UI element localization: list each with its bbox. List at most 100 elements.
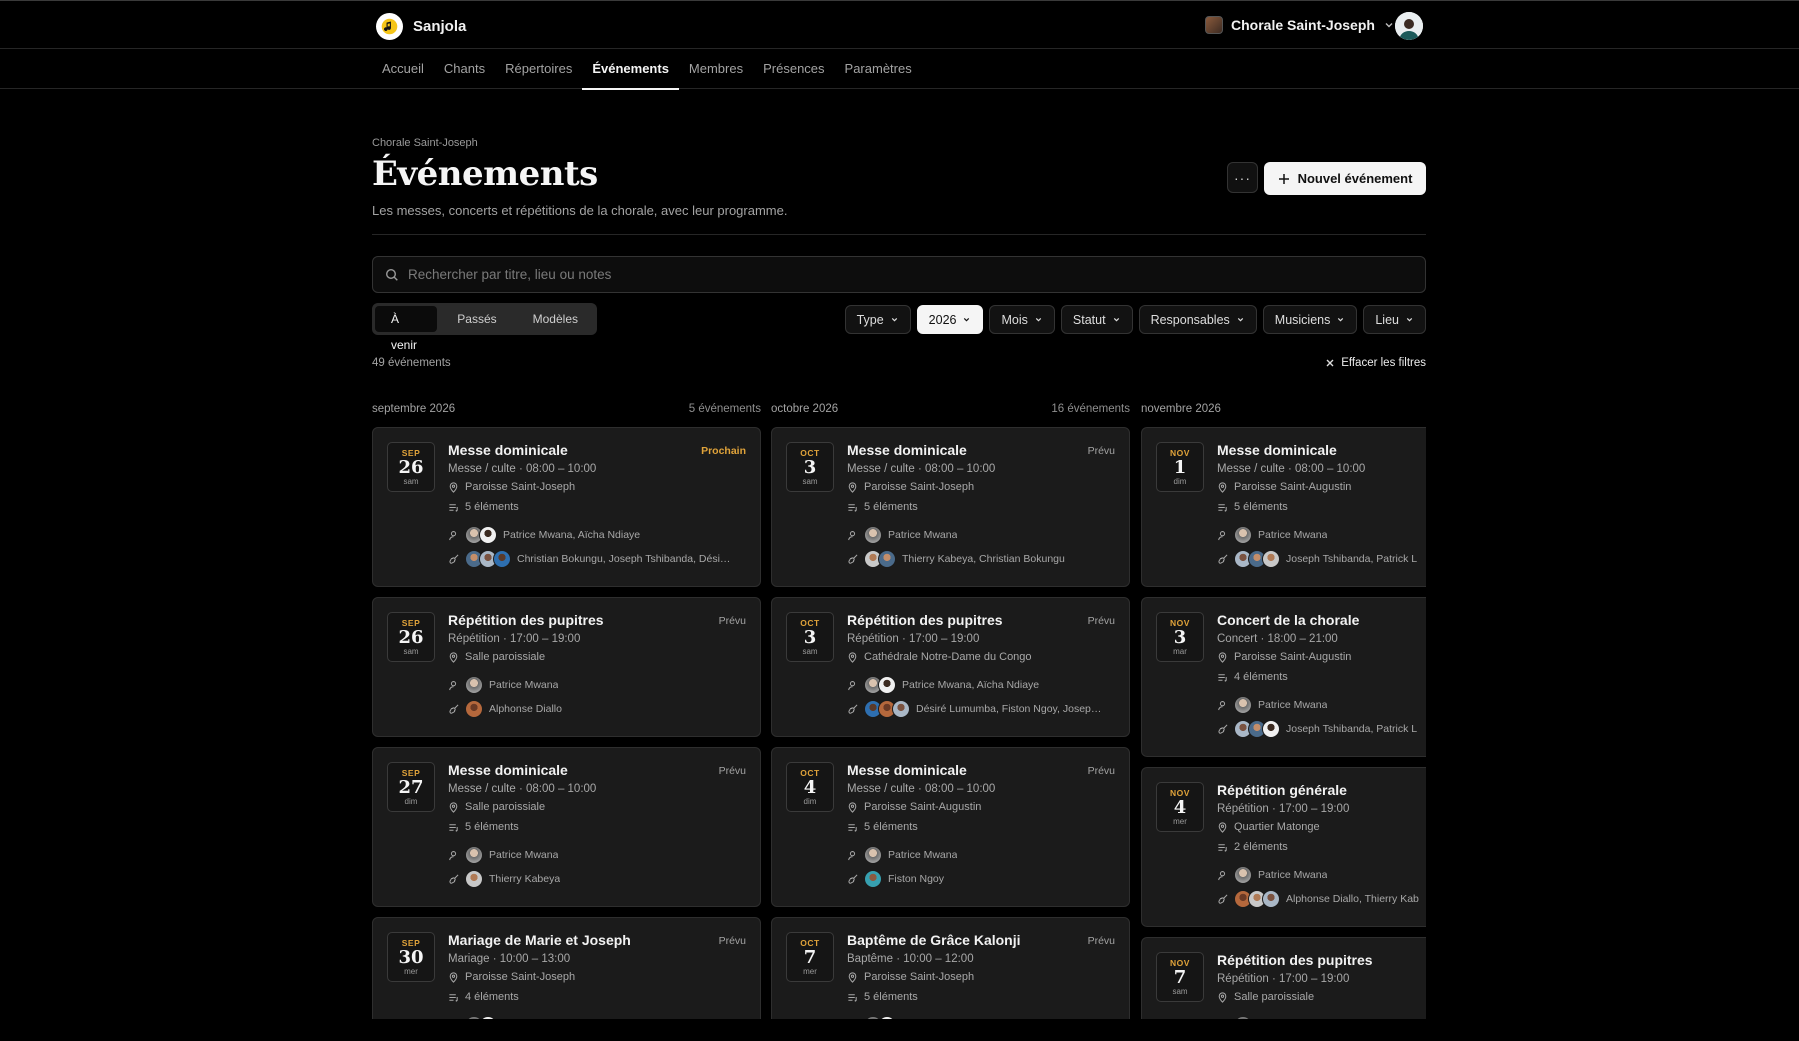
date-weekday: sam [1172, 987, 1188, 996]
event-details: Messe dominicale Messe / culte · 08:00 – … [847, 442, 1117, 569]
items-count: 4 éléments [465, 991, 519, 1003]
event-card[interactable]: OCT 4 dim Prévu Messe dominicale Messe / cult… [771, 747, 1130, 907]
tab-chants[interactable]: Chants [434, 49, 495, 89]
brand[interactable]: Sanjola [376, 13, 466, 40]
location-label: Paroisse Saint-Joseph [864, 481, 975, 493]
avatar [465, 676, 483, 694]
main-nav: Accueil Chants Répertoires Événements Membre… [0, 49, 1799, 90]
user-icon [448, 530, 459, 541]
search-input[interactable] [408, 267, 1368, 282]
playlist-icon [847, 992, 858, 1003]
location-pin-icon [448, 651, 459, 663]
event-card[interactable]: NOV 3 mar Concert de la chorale Concert · 18… [1141, 597, 1426, 757]
event-details: Répétition des pupitres Répétition · 17:0… [1217, 952, 1426, 1019]
filter-chip[interactable]: 2026 [916, 305, 984, 334]
month-column: septembre 2026 5 événements SEP 26 sam Procha… [372, 403, 761, 1019]
date-day: 27 [398, 777, 424, 798]
tab-repertoires[interactable]: Répertoires [495, 49, 582, 89]
segment-item[interactable]: Passés [441, 306, 512, 332]
event-card[interactable]: OCT 3 sam Prévu Répétition des pupitres Répét… [771, 597, 1130, 737]
event-title: Messe dominicale [847, 442, 967, 458]
avatar [493, 550, 511, 568]
filter-chip[interactable]: Lieu [1363, 305, 1426, 334]
chevron-down-icon [1383, 19, 1395, 31]
tab-accueil[interactable]: Accueil [372, 49, 434, 89]
tab-presences[interactable]: Présences [753, 49, 834, 89]
event-details: Répétition des pupitres Répétition · 17:0… [847, 612, 1117, 719]
event-card[interactable]: SEP 26 sam Prévu Répétition des pupitres Répé… [372, 597, 761, 737]
items-count: 4 éléments [1234, 671, 1288, 683]
program-items: 5 éléments [1217, 499, 1426, 515]
search-icon [385, 268, 399, 282]
leaders-row: Patrice Mwana, Aïcha Ndiaye [847, 675, 1117, 695]
avatar-stack [1234, 550, 1280, 568]
event-title: Répétition des pupitres [847, 612, 1003, 628]
program-items: 5 éléments [847, 819, 1117, 835]
location-pin-icon [448, 971, 459, 983]
filter-chip[interactable]: Mois [989, 305, 1055, 334]
tab-parametres[interactable]: Paramètres [835, 49, 922, 89]
avatar [1234, 1016, 1252, 1019]
new-event-button[interactable]: Nouvel événement [1264, 162, 1426, 195]
filter-chip[interactable]: Type [844, 305, 911, 334]
breadcrumb[interactable]: Chorale Saint-Joseph [372, 137, 478, 149]
filter-bar: Type 2026 Mois Statut Responsables Musiciens L… [844, 305, 1426, 334]
month-header: octobre 2026 16 événements [771, 403, 1130, 427]
musicians-names: Fiston Ngoy [888, 873, 945, 885]
more-options-button[interactable]: ··· [1227, 162, 1258, 193]
leaders-row: Patrice Mwana [448, 845, 748, 865]
avatar-stack [864, 526, 882, 544]
leaders-names: Patrice Mwana [489, 679, 559, 691]
event-card[interactable]: NOV 7 sam Répétition des pupitres Répétition… [1141, 937, 1426, 1019]
playlist-icon [448, 502, 459, 513]
filter-chip[interactable]: Responsables [1138, 305, 1257, 334]
avatar-stack [864, 700, 910, 718]
leaders-row: Patrice Mwana [847, 525, 1117, 545]
location-label: Paroisse Saint-Joseph [465, 971, 576, 983]
avatar-stack [465, 700, 483, 718]
filter-chip[interactable]: Musiciens [1262, 305, 1358, 334]
segment-item[interactable]: À venir [375, 306, 438, 352]
program-items: 2 éléments [1217, 839, 1426, 855]
event-card[interactable]: OCT 7 mer Prévu Baptême de Grâce Kalonji Bapt… [771, 917, 1130, 1019]
month-column: octobre 2026 16 événements OCT 3 sam Prévu Mes… [771, 403, 1130, 1019]
clear-filters-button[interactable]: Effacer les filtres [1325, 357, 1426, 369]
musicians-names: Joseph Tshibanda, Patrick L [1286, 553, 1418, 565]
filter-label: Musiciens [1274, 312, 1331, 327]
avatar [1234, 526, 1252, 544]
event-details: Messe dominicale Messe / culte · 08:00 – … [448, 442, 748, 569]
event-card[interactable]: SEP 30 mer Prévu Mariage de Marie et Joseph M… [372, 917, 761, 1019]
event-card[interactable]: NOV 4 mer Répétition générale Répétition · 1… [1141, 767, 1426, 927]
page-title: Événements [372, 154, 598, 194]
date-day: 4 [803, 777, 817, 798]
tab-evenements[interactable]: Événements [582, 49, 679, 90]
date-day: 3 [803, 457, 817, 478]
location-pin-icon [1217, 991, 1228, 1003]
plus-icon [1278, 173, 1290, 185]
event-type-time: Répétition · 17:00 – 19:00 [1217, 803, 1350, 815]
event-card[interactable]: OCT 3 sam Prévu Messe dominicale Messe / cult… [771, 427, 1130, 587]
playlist-icon [847, 502, 858, 513]
avatar [892, 700, 910, 718]
close-icon [1325, 358, 1335, 368]
event-card[interactable]: SEP 27 dim Prévu Messe dominicale Messe / cul… [372, 747, 761, 907]
month-column: novembre 2026 NOV 1 dim Messe dominicale Mess… [1141, 403, 1426, 1019]
musicians-names: Christian Bokungu, Joseph Tshibanda, Dés… [517, 553, 731, 565]
segment-item[interactable]: Modèles [517, 306, 594, 332]
event-card[interactable]: NOV 1 dim Messe dominicale Messe / culte · 0… [1141, 427, 1426, 587]
filter-chip[interactable]: Statut [1060, 305, 1133, 334]
search-bar[interactable] [372, 256, 1426, 293]
musicians-row: Joseph Tshibanda, Patrick L [1217, 549, 1426, 569]
location-label: Paroisse Saint-Augustin [864, 801, 982, 813]
event-location: Paroisse Saint-Augustin [847, 799, 1117, 815]
tab-membres[interactable]: Membres [679, 49, 753, 89]
location-label: Paroisse Saint-Joseph [465, 481, 576, 493]
musicians-row: Alphonse Diallo [448, 699, 748, 719]
user-avatar[interactable] [1395, 12, 1423, 40]
chevron-down-icon [1236, 315, 1245, 324]
avatar [465, 870, 483, 888]
event-card[interactable]: SEP 26 sam Prochain Messe dominicale Messe / … [372, 427, 761, 587]
event-details: Messe dominicale Messe / culte · 08:00 – … [1217, 442, 1426, 569]
org-switcher[interactable]: Chorale Saint-Joseph [1205, 16, 1395, 34]
